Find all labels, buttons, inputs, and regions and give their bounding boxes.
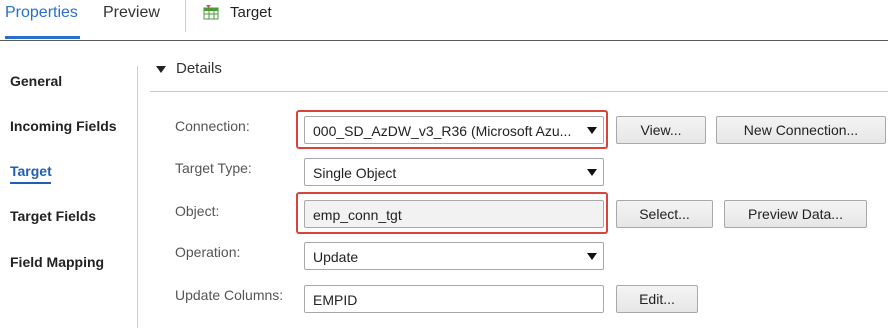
tab-properties[interactable]: Properties bbox=[5, 4, 78, 22]
object-label: Object: bbox=[175, 203, 220, 219]
update-columns-label: Update Columns: bbox=[175, 287, 284, 303]
nav-item-target[interactable]: Target bbox=[10, 163, 52, 179]
new-connection-button[interactable]: New Connection... bbox=[716, 116, 886, 144]
nav-divider bbox=[137, 66, 138, 328]
preview-data-button[interactable]: Preview Data... bbox=[724, 200, 867, 228]
tab-separator bbox=[185, 0, 186, 32]
chevron-down-icon bbox=[587, 253, 597, 260]
tab-preview[interactable]: Preview bbox=[103, 4, 160, 22]
object-value: emp_conn_tgt bbox=[313, 207, 402, 223]
nav-item-field-mapping[interactable]: Field Mapping bbox=[10, 254, 104, 270]
collapse-caret-icon[interactable] bbox=[156, 66, 166, 73]
connection-label: Connection: bbox=[175, 118, 250, 134]
section-divider bbox=[150, 91, 888, 92]
object-title: Target bbox=[230, 4, 272, 21]
chevron-down-icon bbox=[587, 127, 597, 134]
target-type-select[interactable]: Single Object bbox=[304, 158, 604, 186]
object-field: emp_conn_tgt bbox=[304, 200, 604, 228]
edit-update-columns-button[interactable]: Edit... bbox=[616, 285, 698, 313]
target-type-label: Target Type: bbox=[175, 160, 252, 176]
select-object-button[interactable]: Select... bbox=[616, 200, 713, 228]
connection-select[interactable]: 000_SD_AzDW_v3_R36 (Microsoft Azu... bbox=[304, 116, 604, 144]
top-tab-bar: Properties Preview Target bbox=[0, 0, 888, 41]
target-type-value: Single Object bbox=[313, 165, 397, 181]
section-title-details[interactable]: Details bbox=[176, 60, 222, 77]
update-columns-value: EMPID bbox=[313, 292, 358, 308]
update-columns-field[interactable]: EMPID bbox=[304, 285, 604, 313]
connection-value: 000_SD_AzDW_v3_R36 (Microsoft Azu... bbox=[313, 123, 572, 139]
chevron-down-icon bbox=[587, 169, 597, 176]
operation-select[interactable]: Update bbox=[304, 242, 604, 270]
nav-item-incoming-fields[interactable]: Incoming Fields bbox=[10, 118, 117, 134]
operation-value: Update bbox=[313, 249, 359, 265]
active-tab-underline bbox=[5, 36, 80, 39]
nav-item-general[interactable]: General bbox=[10, 73, 62, 89]
view-connection-button[interactable]: View... bbox=[616, 116, 706, 144]
operation-label: Operation: bbox=[175, 244, 241, 260]
nav-active-underline bbox=[10, 182, 51, 184]
table-icon bbox=[203, 5, 219, 20]
nav-item-target-fields[interactable]: Target Fields bbox=[10, 208, 96, 224]
